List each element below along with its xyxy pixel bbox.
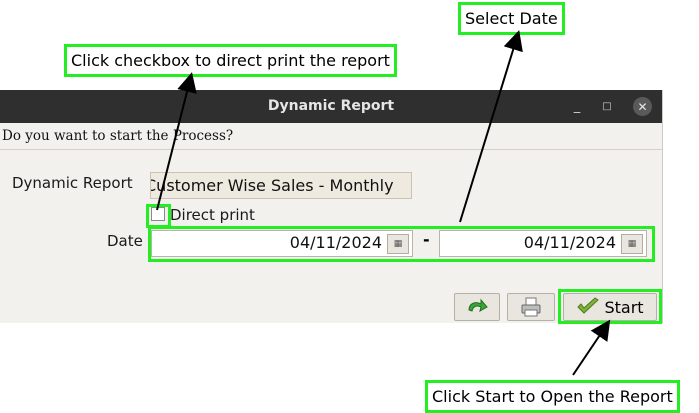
arrow-to-checkbox-hint bbox=[156, 72, 197, 211]
arrow-to-start-button bbox=[572, 319, 611, 376]
annotation-arrows bbox=[156, 30, 611, 376]
arrow-to-date-hint bbox=[459, 30, 523, 223]
